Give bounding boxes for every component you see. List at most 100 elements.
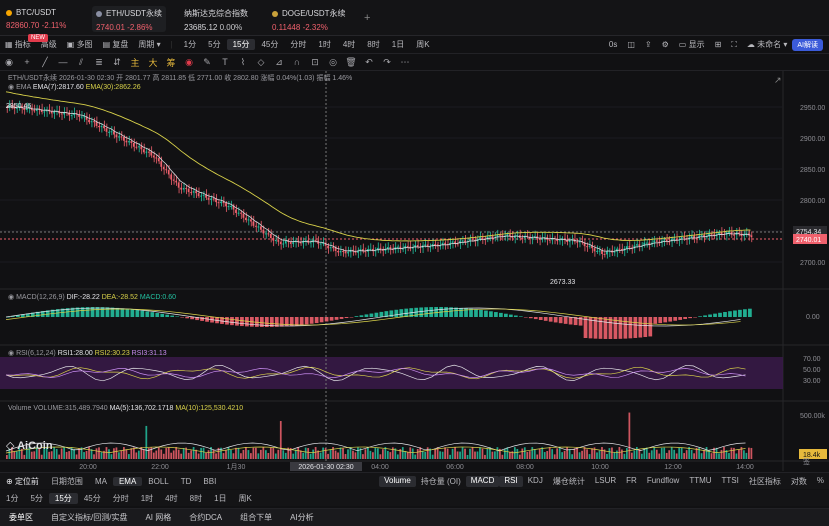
main-indicator-icon[interactable]: 主 (126, 56, 144, 69)
horizontal-line-icon[interactable]: — (54, 57, 72, 67)
channel-icon[interactable]: ⫽ (72, 57, 90, 68)
main-indicator-ma[interactable]: MA (89, 477, 113, 486)
timeframe-7[interactable]: 8时 (184, 493, 208, 504)
camera-icon[interactable]: ◫ (622, 40, 640, 49)
volume-bar (292, 453, 295, 459)
record-icon[interactable]: ◉ (180, 57, 198, 68)
undo-icon[interactable]: ↶ (360, 57, 378, 68)
lock-icon[interactable]: ⊡ (306, 57, 324, 68)
sub-indicator-5[interactable]: 爆仓统计 (548, 476, 590, 487)
magnet-icon[interactable]: ∩ (288, 57, 306, 67)
timeframe-2[interactable]: 15分 (48, 492, 78, 504)
volume-bar (466, 454, 469, 459)
interval-3[interactable]: 45分 (255, 39, 284, 50)
volume-bar (626, 448, 628, 459)
timeframe-5[interactable]: 1时 (135, 493, 159, 504)
trash-icon[interactable]: 🗑 (342, 57, 360, 68)
main-indicator-ema[interactable]: EMA (112, 476, 143, 486)
eye-icon[interactable]: ◉ (8, 294, 16, 301)
interval-8[interactable]: 1日 (386, 39, 410, 50)
settings-icon[interactable]: ⚙ (657, 40, 674, 49)
ruler-icon[interactable]: ⊿ (270, 57, 288, 68)
bottom-tab-5[interactable]: AI分析 (281, 512, 323, 523)
add-tab-icon[interactable]: + (364, 12, 370, 24)
sub-indicator-4[interactable]: KDJ (523, 476, 548, 487)
brush-icon[interactable]: ✎ (198, 57, 216, 68)
eye-icon[interactable]: ◉ (8, 84, 16, 91)
shape-icon[interactable]: ◇ (252, 57, 270, 68)
bottom-tab-0[interactable]: 委单区 (0, 512, 42, 523)
timeframe-4[interactable]: 分时 (107, 493, 135, 504)
date-range-button[interactable]: 日期范围 (45, 476, 89, 487)
sub-indicator-12[interactable]: 对数 (786, 476, 812, 487)
measure-icon[interactable]: ⇵ (108, 57, 126, 68)
interval-0[interactable]: 1分 (178, 39, 202, 50)
sub-indicator-2[interactable]: MACD (465, 475, 500, 487)
fib-icon[interactable]: ≣ (90, 57, 108, 68)
candle (115, 134, 118, 138)
large-icon[interactable]: 大 (144, 56, 162, 69)
bottom-tab-2[interactable]: AI 网格 (136, 512, 180, 523)
timeframe-8[interactable]: 1日 (208, 493, 232, 504)
ticker-tab[interactable]: 纳斯达克综合指数 23685.12 0.00% (180, 6, 252, 32)
candle (653, 240, 656, 243)
interval-7[interactable]: 8时 (361, 39, 385, 50)
locate-button[interactable]: ⊕ 定位前 (0, 476, 45, 487)
period-menu[interactable]: 周期 ▾ (133, 39, 165, 50)
pattern-icon[interactable]: ⌇ (234, 57, 252, 68)
volume-bar (257, 453, 260, 459)
interval-9[interactable]: 周K (410, 39, 435, 50)
timeframe-6[interactable]: 4时 (159, 493, 183, 504)
replay-menu[interactable]: ▤ 复盘 (98, 39, 134, 50)
sub-indicator-0[interactable]: Volume (379, 475, 416, 487)
kline-chart[interactable]: 2950.002900.002850.002800.002750.002700.… (0, 71, 829, 471)
sub-indicator-6[interactable]: LSUR (590, 476, 621, 487)
text-icon[interactable]: T (216, 57, 234, 67)
display-menu[interactable]: ▭ 显示 (674, 39, 710, 50)
multi-chart-menu[interactable]: ▣ 多图 (62, 39, 98, 50)
interval-4[interactable]: 分时 (284, 39, 312, 50)
trend-line-icon[interactable]: ╱ (36, 57, 54, 68)
volume-bar (369, 450, 372, 459)
bottom-tab-1[interactable]: 自定义指标/回测/实盘 (42, 512, 136, 523)
ticker-tab[interactable]: BTC/USDT 82860.70 -2.11% (2, 6, 70, 32)
interval-6[interactable]: 4时 (337, 39, 361, 50)
ai-analysis-button[interactable]: AI解读 (792, 38, 823, 51)
login-menu[interactable]: ☁ 未命名 ▾ (742, 39, 792, 50)
timeframe-9[interactable]: 周K (233, 493, 258, 504)
sub-indicator-9[interactable]: TTMU (684, 476, 716, 487)
sub-indicator-3[interactable]: RSI (499, 475, 523, 487)
grid-icon: ▣ (66, 40, 77, 49)
ticker-tab[interactable]: DOGE/USDT永续 0.11448 -2.32% (268, 6, 350, 32)
main-indicator-td[interactable]: TD (175, 477, 198, 486)
timeframe-3[interactable]: 45分 (78, 493, 107, 504)
timeframe-0[interactable]: 1分 (0, 493, 24, 504)
volume-bar (115, 447, 118, 459)
sub-indicator-10[interactable]: TTSI (717, 476, 744, 487)
smart-icon[interactable]: 筹 (162, 56, 180, 69)
main-indicator-bbi[interactable]: BBI (197, 477, 222, 486)
bottom-tab-4[interactable]: 组合下单 (231, 512, 281, 523)
interval-5[interactable]: 1时 (312, 39, 336, 50)
bottom-tab-3[interactable]: 合约DCA (180, 512, 231, 523)
eye-icon[interactable]: ◉ (0, 57, 18, 68)
sub-indicator-1[interactable]: 持仓量 (OI) (416, 476, 466, 487)
sub-indicator-13[interactable]: % (812, 476, 829, 487)
fullscreen-icon[interactable]: ⛶ (726, 40, 742, 50)
interval-1[interactable]: 5分 (202, 39, 226, 50)
collapse-icon[interactable]: ↗ (774, 75, 782, 86)
sub-indicator-7[interactable]: FR (621, 476, 642, 487)
ticker-tab[interactable]: ETH/USDT永续 2740.01 -2.86% (92, 6, 166, 32)
share-icon[interactable]: ⇪ (640, 40, 657, 49)
sub-indicator-11[interactable]: 社区指标 (744, 476, 786, 487)
timeframe-1[interactable]: 5分 (24, 493, 48, 504)
interval-2[interactable]: 15分 (226, 39, 256, 50)
redo-icon[interactable]: ↷ (378, 57, 396, 68)
visibility-icon[interactable]: ◎ (324, 57, 342, 68)
sub-indicator-8[interactable]: Fundflow (642, 476, 684, 487)
eye-icon[interactable]: ◉ (8, 350, 16, 357)
more-icon[interactable]: ⋯ (396, 57, 414, 68)
main-indicator-boll[interactable]: BOLL (142, 477, 174, 486)
crosshair-icon[interactable]: + (18, 57, 36, 67)
layout-icon[interactable]: ⊞ (710, 40, 727, 49)
